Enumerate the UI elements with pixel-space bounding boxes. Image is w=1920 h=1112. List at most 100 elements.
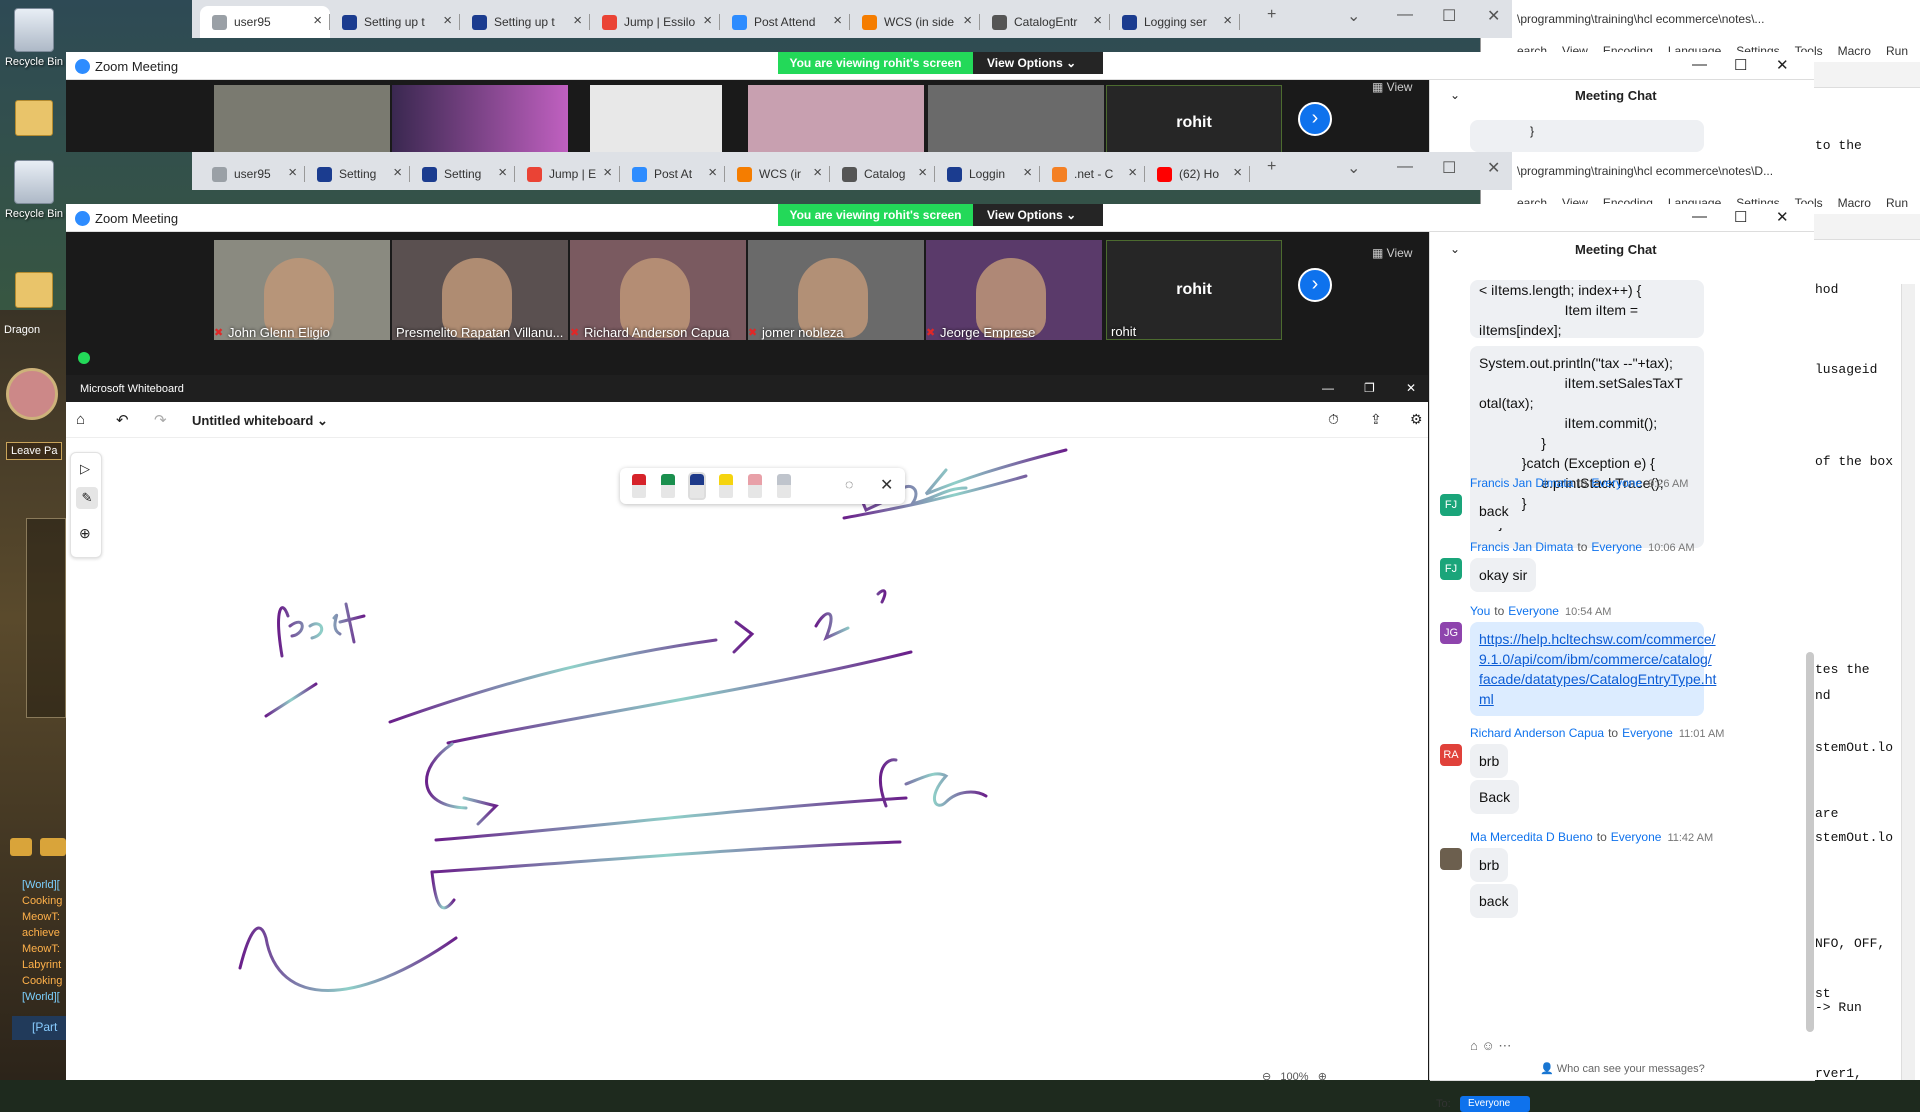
- video-tile[interactable]: [748, 85, 924, 152]
- browser-tab[interactable]: (62) Ho ×: [1145, 158, 1250, 190]
- notepad-menu-item[interactable]: Run: [1886, 196, 1908, 210]
- close-tray-icon[interactable]: ✕: [880, 475, 893, 495]
- chrome-maximize-icon-2[interactable]: ☐: [1442, 158, 1456, 178]
- next-page-button[interactable]: ›: [1298, 268, 1332, 302]
- pen-color-3[interactable]: [688, 472, 706, 500]
- chat-link-line[interactable]: facade/datatypes/CatalogEntryType.ht: [1479, 669, 1716, 689]
- tab-close-icon[interactable]: ×: [963, 12, 972, 29]
- sender-name[interactable]: Francis Jan Dimata: [1470, 476, 1573, 490]
- tab-close-icon[interactable]: ×: [1023, 164, 1032, 181]
- chrome-tab-search-icon-2[interactable]: ⌄: [1347, 158, 1360, 178]
- tab-close-icon[interactable]: ×: [1093, 12, 1102, 29]
- video-tile[interactable]: rohit rohit: [1106, 240, 1282, 340]
- chat-reaction-icons[interactable]: ⌂ ☺ ⋯: [1470, 1038, 1511, 1054]
- chrome-maximize-icon[interactable]: ☐: [1442, 6, 1456, 26]
- view-button[interactable]: ▦ View: [1372, 246, 1412, 260]
- tab-close-icon[interactable]: ×: [1233, 164, 1242, 181]
- zoom-minimize-icon[interactable]: —: [1692, 56, 1707, 73]
- sender-name[interactable]: Francis Jan Dimata: [1470, 540, 1573, 554]
- chat-link-line[interactable]: https://help.hcltechsw.com/commerce/: [1479, 629, 1716, 649]
- video-tile[interactable]: [928, 85, 1104, 152]
- zoom-maximize-icon[interactable]: ☐: [1734, 208, 1747, 226]
- browser-tab[interactable]: user95 ×: [200, 6, 330, 38]
- pen-tool-icon[interactable]: ✎: [76, 487, 98, 509]
- add-tool-icon[interactable]: ⊕: [79, 525, 91, 542]
- chat-link-message[interactable]: https://help.hcltechsw.com/commerce/9.1.…: [1470, 622, 1716, 716]
- chrome-tab-search-icon[interactable]: ⌄: [1347, 6, 1360, 26]
- pen-color-6[interactable]: [777, 474, 791, 498]
- zoom-close-icon[interactable]: ✕: [1776, 208, 1789, 226]
- wb-close-icon[interactable]: ✕: [1406, 381, 1416, 395]
- whiteboard-canvas[interactable]: [66, 438, 1428, 1080]
- next-page-button[interactable]: ›: [1298, 102, 1332, 136]
- who-can-see-link[interactable]: 👤 Who can see your messages?: [1540, 1062, 1705, 1075]
- party-button[interactable]: [Part: [12, 1016, 66, 1040]
- timer-icon[interactable]: ⏱: [1328, 411, 1339, 428]
- game-quick-icon[interactable]: [10, 838, 32, 856]
- browser-tab[interactable]: Jump | E ×: [515, 158, 620, 190]
- tab-close-icon[interactable]: ×: [498, 164, 507, 181]
- game-quick-icon-2[interactable]: [40, 838, 66, 856]
- video-tile[interactable]: ✖ John Glenn Eligio: [214, 240, 390, 340]
- browser-tab[interactable]: Setting up t ×: [330, 6, 460, 38]
- video-tile[interactable]: [214, 85, 390, 152]
- video-tile[interactable]: ✖ Richard Anderson Capua: [570, 240, 746, 340]
- browser-tab[interactable]: Setting ×: [305, 158, 410, 190]
- chat-link-line[interactable]: 9.1.0/api/com/ibm/commerce/catalog/: [1479, 649, 1712, 669]
- browser-tab[interactable]: .net - C ×: [1040, 158, 1145, 190]
- chrome-close-icon[interactable]: ✕: [1487, 6, 1500, 26]
- share-icon[interactable]: ⇪: [1370, 411, 1382, 428]
- notepad-menu-item[interactable]: Macro: [1838, 44, 1871, 58]
- chat-scrollbar[interactable]: [1806, 652, 1814, 1032]
- recycle-bin-icon-2[interactable]: Recycle Bin: [4, 160, 64, 220]
- video-tile-rohit[interactable]: rohit: [1106, 85, 1282, 152]
- tab-close-icon[interactable]: ×: [393, 164, 402, 181]
- chrome-minimize-icon[interactable]: —: [1397, 6, 1413, 24]
- sender-name[interactable]: Ma Mercedita D Bueno: [1470, 830, 1593, 844]
- pen-color-4[interactable]: [719, 474, 733, 498]
- redo-icon[interactable]: ↷: [154, 411, 167, 429]
- tab-close-icon[interactable]: ×: [443, 12, 452, 29]
- home-icon[interactable]: ⌂: [76, 411, 85, 428]
- tab-close-icon[interactable]: ×: [288, 164, 297, 181]
- board-title-dropdown[interactable]: Untitled whiteboard ⌄: [192, 413, 328, 429]
- tab-close-icon[interactable]: ×: [603, 164, 612, 181]
- zoom-maximize-icon[interactable]: ☐: [1734, 56, 1747, 74]
- to-target-dropdown[interactable]: Everyone: [1460, 1096, 1530, 1112]
- video-tile[interactable]: [392, 85, 568, 152]
- browser-tab[interactable]: WCS (ir ×: [725, 158, 830, 190]
- chrome-new-tab-button-2[interactable]: +: [1267, 158, 1276, 176]
- browser-tab[interactable]: Post Attend ×: [720, 6, 850, 38]
- undo-icon[interactable]: ↶: [116, 411, 129, 429]
- sender-name[interactable]: Richard Anderson Capua: [1470, 726, 1604, 740]
- browser-tab[interactable]: Setting ×: [410, 158, 515, 190]
- notepad-menu-item[interactable]: Macro: [1838, 196, 1871, 210]
- view-options-button[interactable]: View Options ⌄: [973, 52, 1103, 74]
- desktop-folder-icon-2[interactable]: [4, 272, 64, 308]
- select-tool-icon[interactable]: ▷: [80, 461, 90, 477]
- chat-link-line[interactable]: ml: [1479, 689, 1695, 709]
- recycle-bin-icon[interactable]: Recycle Bin: [4, 8, 64, 68]
- tab-close-icon[interactable]: ×: [1223, 12, 1232, 29]
- lasso-icon[interactable]: ◌: [845, 476, 853, 492]
- wb-restore-icon[interactable]: ❐: [1364, 381, 1375, 395]
- zoom-minimize-icon[interactable]: —: [1692, 208, 1707, 225]
- browser-tab[interactable]: Catalog ×: [830, 158, 935, 190]
- chat-collapse-icon[interactable]: ⌄: [1450, 88, 1460, 102]
- desktop-folder-icon[interactable]: [4, 100, 64, 136]
- sender-name[interactable]: You: [1470, 604, 1490, 618]
- tab-close-icon[interactable]: ×: [918, 164, 927, 181]
- chat-collapse-icon[interactable]: ⌄: [1450, 242, 1460, 256]
- video-tile[interactable]: ✖ Jeorge Emprese: [926, 240, 1102, 340]
- video-tile[interactable]: ✖ jomer nobleza: [748, 240, 924, 340]
- browser-tab[interactable]: Setting up t ×: [460, 6, 590, 38]
- tab-close-icon[interactable]: ×: [813, 164, 822, 181]
- tab-close-icon[interactable]: ×: [703, 12, 712, 29]
- chrome-close-icon-2[interactable]: ✕: [1487, 158, 1500, 178]
- settings-icon[interactable]: ⚙: [1410, 411, 1423, 428]
- tab-close-icon[interactable]: ×: [833, 12, 842, 29]
- tab-close-icon[interactable]: ×: [708, 164, 717, 181]
- browser-tab[interactable]: WCS (in side ×: [850, 6, 980, 38]
- browser-tab[interactable]: user95 ×: [200, 158, 305, 190]
- tab-close-icon[interactable]: ×: [313, 12, 322, 29]
